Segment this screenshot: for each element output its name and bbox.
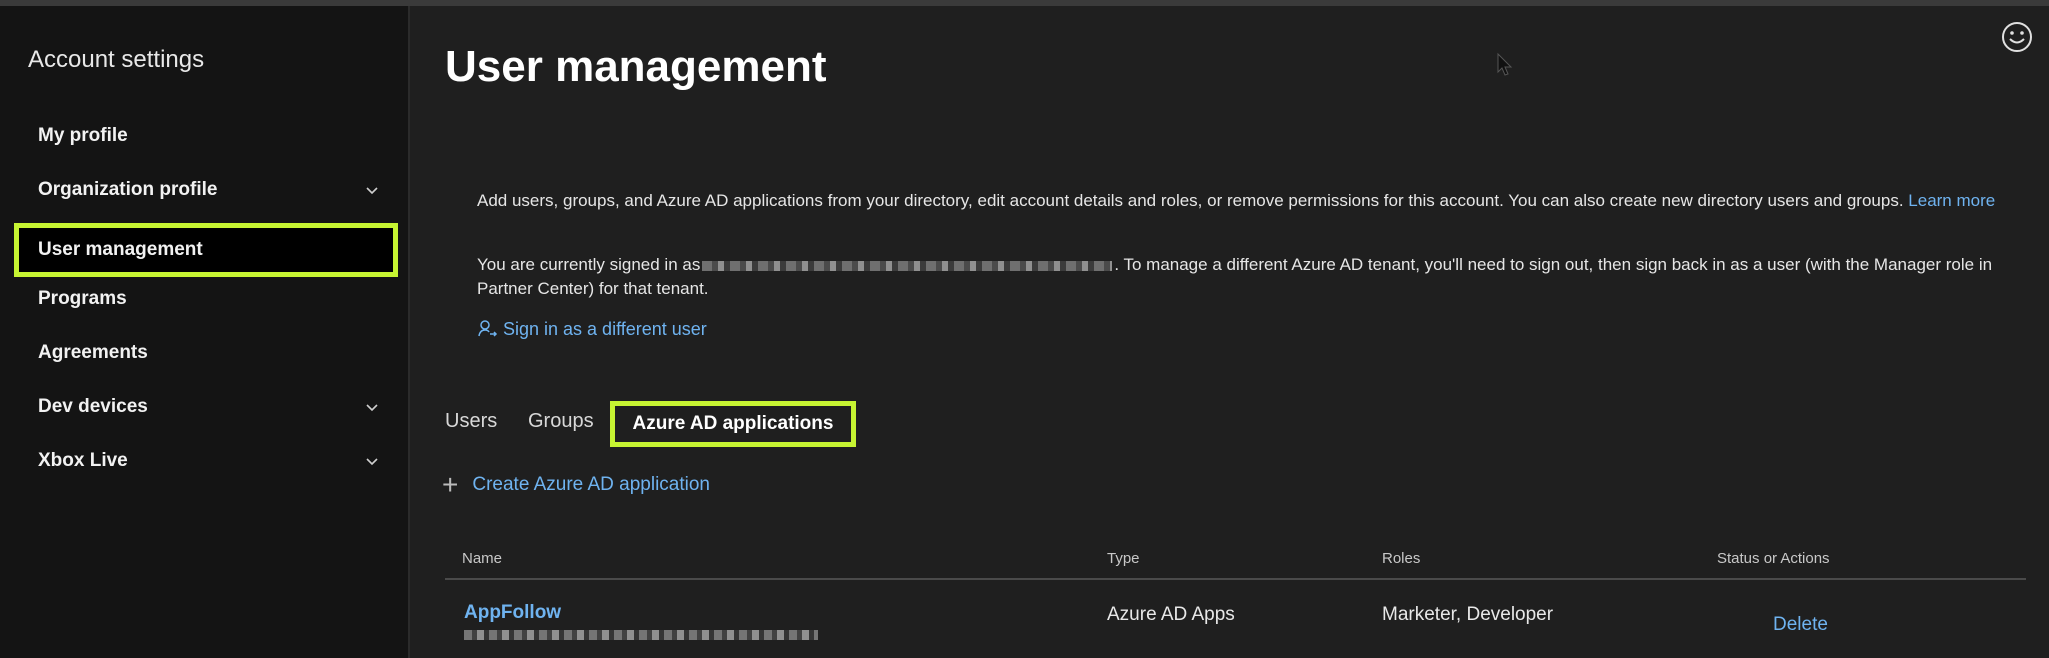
tab-label: Azure AD applications [632, 413, 834, 434]
sidebar-item-label: Organization profile [38, 179, 218, 200]
learn-more-link[interactable]: Learn more [1908, 191, 1995, 210]
signed-in-prefix: You are currently signed in as [477, 255, 701, 274]
sign-in-link-label: Sign in as a different user [503, 318, 707, 339]
tab-users[interactable]: Users [445, 410, 497, 433]
delete-button[interactable]: Delete [1773, 614, 1828, 636]
create-azure-ad-application-button[interactable]: + Create Azure AD application [442, 469, 710, 500]
signed-in-text: You are currently signed in as. To manag… [477, 253, 2017, 301]
main-content: User management Add users, groups, and A… [412, 6, 2049, 658]
column-header-status: Status or Actions [1717, 550, 1830, 567]
chevron-down-icon [366, 404, 378, 412]
create-link-label: Create Azure AD application [472, 474, 710, 495]
page-title: User management [445, 42, 827, 91]
sidebar-item-dev-devices[interactable]: Dev devices [14, 382, 398, 432]
description-text: Add users, groups, and Azure AD applicat… [477, 189, 2017, 213]
mouse-cursor-icon [1497, 52, 1513, 76]
chevron-down-icon [366, 458, 378, 466]
chevron-down-icon [366, 187, 378, 195]
person-switch-icon [478, 320, 498, 337]
sidebar-item-label: Programs [38, 288, 127, 309]
column-header-type: Type [1107, 550, 1140, 567]
column-header-name: Name [462, 550, 503, 567]
sidebar-item-label: Dev devices [38, 396, 148, 417]
sidebar-item-my-profile[interactable]: My profile [14, 111, 398, 161]
sidebar-item-label: Agreements [38, 342, 148, 363]
sidebar-item-label: My profile [38, 125, 128, 146]
column-header-roles: Roles [1382, 550, 1421, 567]
app-name-link[interactable]: AppFollow [464, 602, 561, 624]
sidebar: Account settings My profile Organization… [0, 6, 410, 658]
sidebar-item-xbox-live[interactable]: Xbox Live [14, 436, 398, 486]
smiley-icon[interactable] [2000, 20, 2034, 54]
sidebar-item-user-management[interactable]: User management [14, 223, 398, 277]
description-body: Add users, groups, and Azure AD applicat… [477, 191, 1904, 210]
tab-azure-ad-applications[interactable]: Azure AD applications [610, 401, 856, 447]
app-type: Azure AD Apps [1107, 604, 1235, 625]
sidebar-item-organization-profile[interactable]: Organization profile [14, 165, 398, 215]
app-roles: Marketer, Developer [1382, 604, 1554, 625]
sign-in-different-user-link[interactable]: Sign in as a different user [477, 318, 707, 340]
sidebar-item-label: User management [38, 239, 203, 260]
sidebar-item-label: Xbox Live [38, 450, 128, 471]
redacted-app-id [464, 630, 818, 640]
redacted-account-email [702, 260, 1113, 271]
plus-icon: + [442, 469, 459, 500]
table-header-divider [445, 578, 2026, 580]
sidebar-item-programs[interactable]: Programs [14, 274, 398, 324]
sidebar-item-agreements[interactable]: Agreements [14, 328, 398, 378]
sidebar-title: Account settings [28, 46, 205, 73]
tab-groups[interactable]: Groups [528, 410, 594, 433]
